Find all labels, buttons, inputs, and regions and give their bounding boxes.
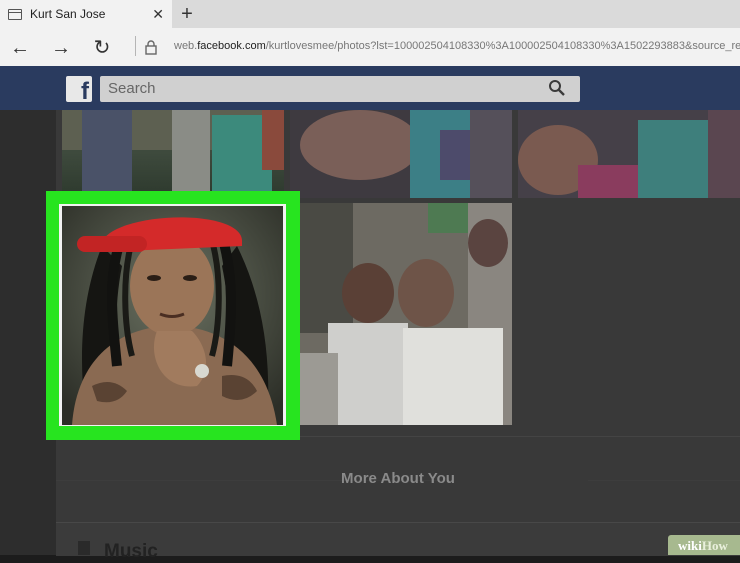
refresh-button[interactable]: ↻	[90, 36, 114, 60]
url-prefix: web.	[174, 40, 198, 52]
featured-photo[interactable]	[62, 206, 283, 425]
photo-3-image	[518, 110, 740, 198]
photo-thumbnail-2[interactable]	[290, 110, 512, 198]
music-section[interactable]	[56, 522, 740, 556]
url-domain: facebook.com	[197, 40, 266, 52]
photo-thumbnail-3[interactable]	[518, 110, 740, 198]
address-bar[interactable]: web.facebook.com/kurtlovesmee/photos?lst…	[174, 40, 740, 52]
featured-photo-image	[62, 206, 283, 425]
wikihow-logo: wikiHow	[678, 538, 728, 554]
search-placeholder: Search	[108, 80, 156, 97]
photo-2-image	[290, 110, 512, 198]
photo-thumbnail-group[interactable]	[298, 203, 512, 425]
photo-thumbnail-1[interactable]	[62, 110, 284, 195]
music-heading: Music	[104, 541, 158, 562]
browser-tab[interactable]: Kurt San Jose ✕	[0, 0, 172, 28]
back-button[interactable]: ←	[8, 36, 32, 60]
tab-close-icon[interactable]: ✕	[152, 6, 164, 23]
tab-page-icon	[8, 8, 22, 20]
facebook-logo[interactable]: f	[66, 76, 92, 102]
facebook-logo-letter: f	[81, 78, 89, 102]
wikihow-logo-how: How	[701, 538, 728, 553]
tab-title: Kurt San Jose	[30, 7, 106, 21]
url-path: /kurtlovesmee/photos?lst=100002504108330…	[265, 40, 740, 52]
more-about-title: More About You	[341, 470, 455, 487]
photo-1-image	[62, 110, 284, 195]
new-tab-button[interactable]: +	[176, 2, 198, 26]
forward-button[interactable]: →	[49, 36, 73, 60]
music-note-icon	[78, 541, 90, 555]
photo-group-image	[298, 203, 512, 425]
search-icon[interactable]	[548, 79, 566, 97]
lock-icon	[145, 40, 157, 55]
search-input[interactable]	[100, 76, 580, 102]
wikihow-logo-wiki: wiki	[678, 538, 702, 553]
nav-separator	[135, 36, 136, 56]
